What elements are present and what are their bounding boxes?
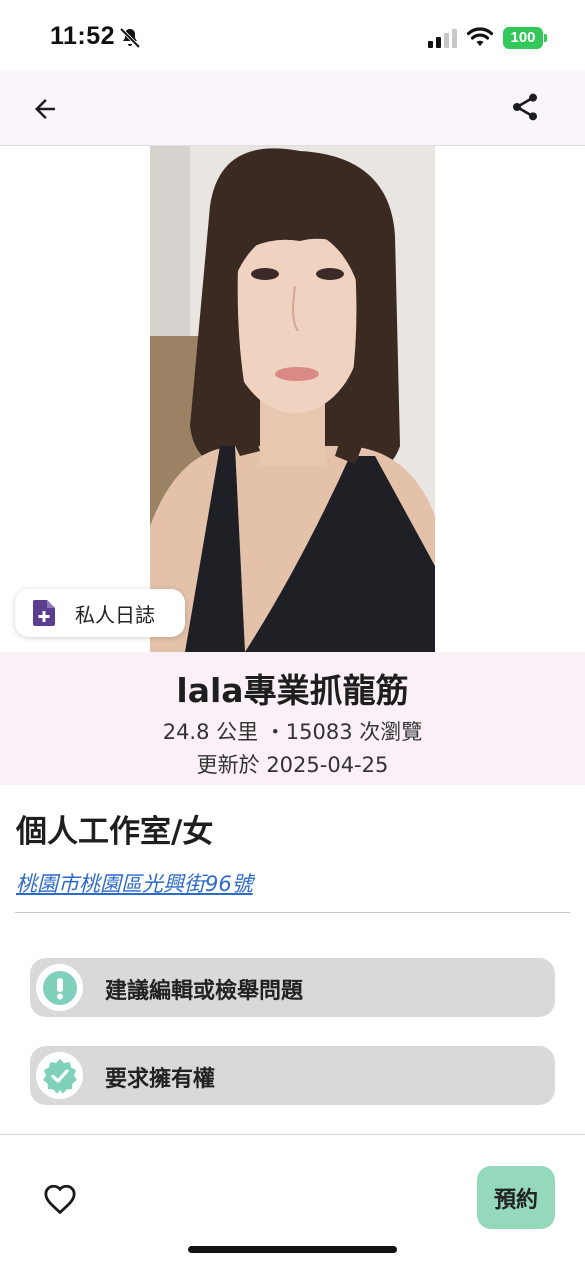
app-bar — [0, 70, 585, 146]
note-add-icon — [33, 600, 55, 626]
studio-type: 個人工作室/女 — [16, 814, 214, 850]
profile-info: lala專業抓龍筋 24.8 公里 ・15083 次瀏覽 更新於 2025-04… — [0, 652, 585, 785]
share-icon — [513, 93, 537, 121]
private-diary-button[interactable]: 私人日誌 — [15, 589, 185, 637]
claim-ownership-button[interactable]: 要求擁有權 — [30, 1046, 555, 1105]
claim-ownership-label: 要求擁有權 — [105, 1067, 216, 1092]
address-link[interactable]: 桃園市桃園區光興街96號 — [16, 868, 253, 898]
battery-indicator: 100 — [503, 27, 543, 49]
status-bar: 11:52 100 — [0, 0, 585, 70]
distance-views: 24.8 公里 ・15083 次瀏覽 — [162, 720, 423, 744]
portrait-image — [150, 146, 435, 652]
book-button[interactable]: 預約 — [477, 1166, 555, 1229]
home-indicator — [188, 1246, 397, 1253]
back-button[interactable] — [26, 90, 64, 128]
updated-date: 更新於 2025-04-25 — [196, 753, 389, 777]
divider — [15, 912, 570, 913]
share-button[interactable] — [506, 88, 544, 126]
bottom-bar: 預約 — [0, 1134, 585, 1266]
alert-icon — [42, 970, 77, 1005]
badge — [36, 964, 83, 1011]
wifi-icon — [466, 27, 494, 46]
verified-badge-icon — [42, 1058, 77, 1093]
cellular-signal-icon — [428, 29, 457, 48]
profile-photo[interactable] — [150, 146, 435, 652]
battery-tip — [544, 34, 547, 42]
report-issue-button[interactable]: 建議編輯或檢舉問題 — [30, 958, 555, 1017]
heart-outline-icon — [44, 1184, 76, 1215]
status-time: 11:52 — [50, 22, 116, 50]
arrow-left-icon — [35, 99, 55, 119]
badge — [36, 1052, 83, 1099]
bell-slash-icon — [119, 27, 141, 49]
favorite-button[interactable] — [40, 1179, 80, 1219]
report-issue-label: 建議編輯或檢舉問題 — [105, 979, 304, 1004]
shop-name: lala專業抓龍筋 — [176, 671, 409, 710]
private-diary-label: 私人日誌 — [75, 602, 155, 627]
